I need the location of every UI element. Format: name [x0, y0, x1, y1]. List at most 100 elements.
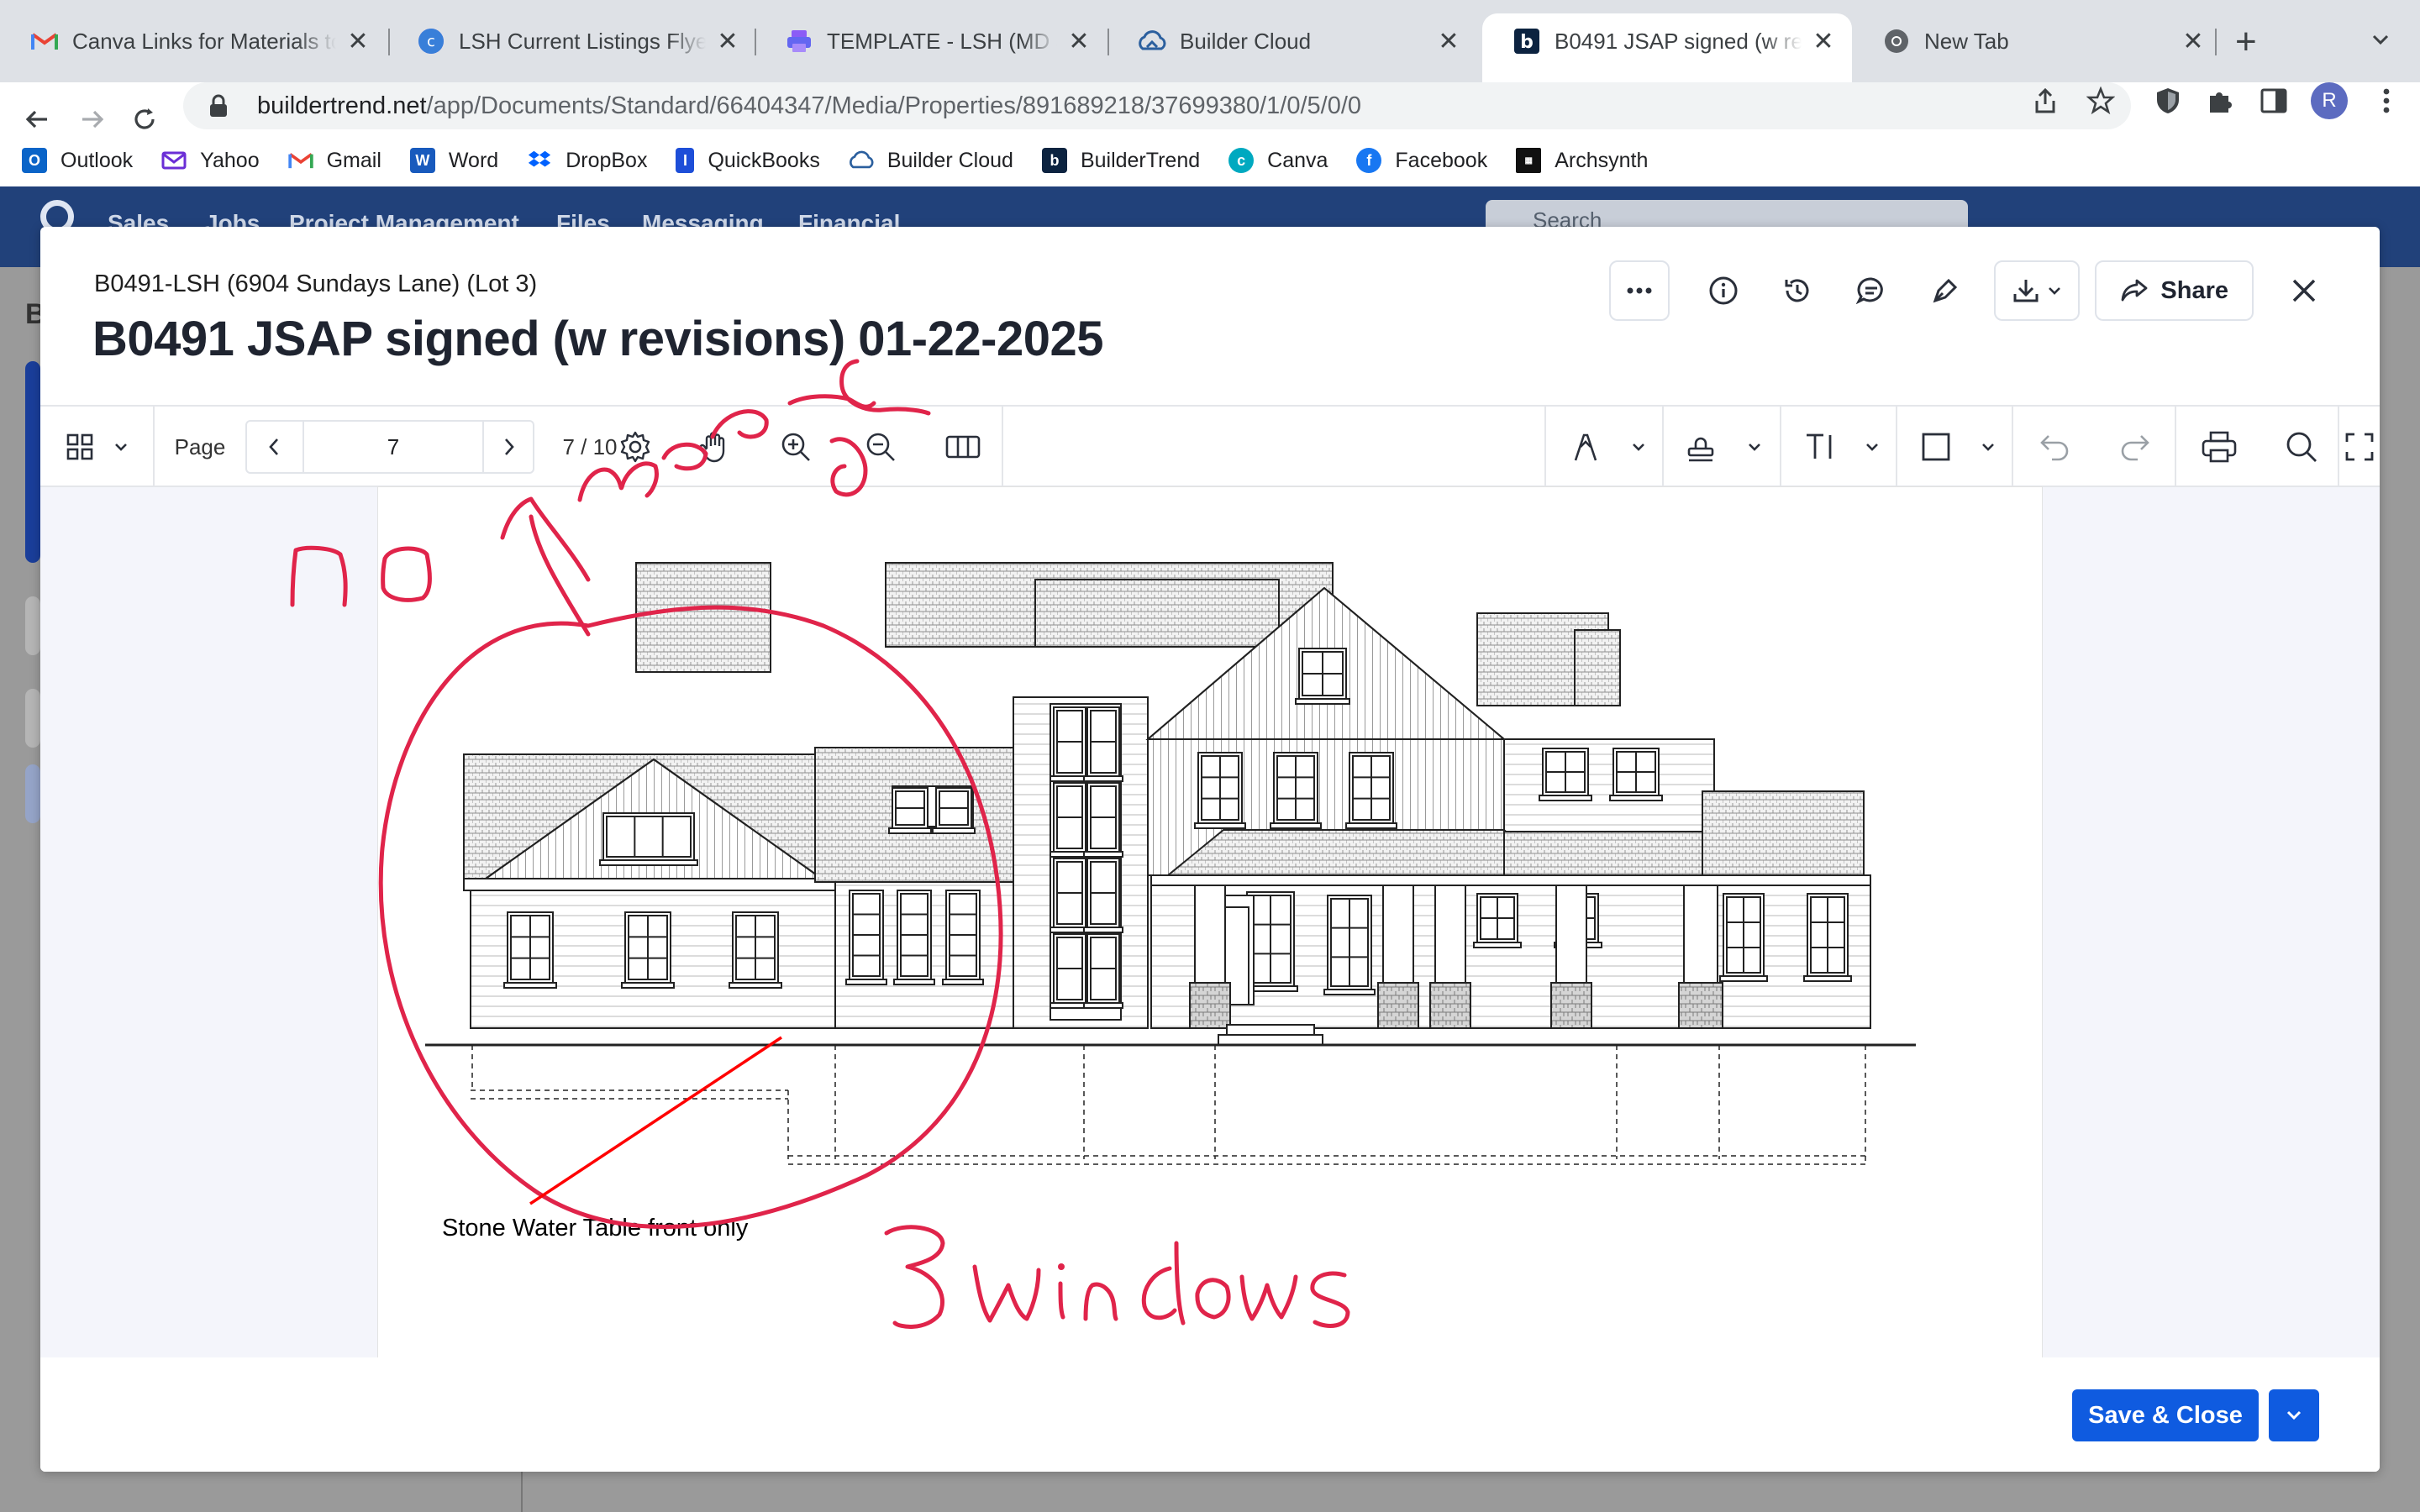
shield-extension-icon[interactable] — [2151, 84, 2185, 118]
dropbox-icon — [527, 148, 552, 173]
toolbar-divider — [1780, 407, 1781, 487]
app-sidebar-item[interactable] — [25, 689, 40, 748]
chevron-right-icon — [505, 438, 514, 455]
window-sill — [599, 859, 698, 866]
close-icon[interactable]: ✕ — [345, 28, 371, 55]
extensions-puzzle-icon[interactable] — [2203, 84, 2237, 118]
bookmark-dropbox[interactable]: DropBox — [527, 148, 647, 173]
undo-icon — [2040, 435, 2069, 461]
download-icon — [2013, 280, 2039, 302]
settings-button[interactable] — [603, 407, 667, 487]
previous-page-button[interactable] — [249, 407, 299, 487]
bookmark-canva[interactable]: c Canva — [1228, 148, 1328, 173]
buildertrend-icon: b — [1041, 148, 1067, 173]
close-icon[interactable]: ✕ — [1810, 28, 1837, 55]
bookmark-label: Word — [448, 148, 499, 172]
chevron-down-icon[interactable] — [1965, 407, 2012, 487]
share-button[interactable]: Share — [2095, 260, 2254, 321]
bookmark-quickbooks[interactable]: I QuickBooks — [676, 148, 820, 173]
window-sill — [1083, 927, 1123, 933]
browser-tab-3[interactable]: TEMPLATE - LSH (MD & VA ✕ — [755, 13, 1107, 69]
stone-base — [1550, 982, 1592, 1029]
back-arrow-icon[interactable] — [18, 101, 55, 138]
kebab-menu-icon[interactable] — [2370, 84, 2403, 118]
bookmark-archsynth[interactable]: ▦ Archsynth — [1516, 148, 1648, 173]
undo-button[interactable] — [2017, 407, 2094, 487]
window-sill — [1323, 989, 1376, 995]
ellipsis-icon — [1627, 287, 1652, 294]
reload-icon[interactable] — [126, 101, 163, 138]
bookmark-word[interactable]: W Word — [409, 148, 499, 173]
profile-avatar[interactable]: R — [2311, 82, 2348, 119]
canva-icon: c — [1228, 148, 1255, 173]
window-sill — [1473, 942, 1522, 948]
side-panel-icon[interactable] — [2257, 84, 2291, 118]
bookmark-buildertrend[interactable]: b BuilderTrend — [1041, 148, 1200, 173]
close-modal-button[interactable] — [2279, 265, 2329, 316]
chevron-down-icon[interactable] — [1849, 407, 1896, 487]
toolbar-divider — [1662, 407, 1664, 487]
share-page-icon[interactable] — [2028, 84, 2062, 118]
url-path: /app/Documents/Standard/66404347/Media/P… — [426, 92, 1362, 119]
comment-icon — [1856, 277, 1884, 305]
save-options-button[interactable] — [2269, 1389, 2319, 1441]
new-tab-button[interactable]: + — [2235, 24, 2257, 60]
app-sidebar-active-item[interactable] — [25, 361, 40, 563]
chevron-down-icon[interactable] — [1731, 407, 1778, 487]
stamp-tool-button[interactable] — [1674, 407, 1728, 487]
chevron-down-icon[interactable] — [2368, 27, 2393, 52]
address-bar[interactable]: buildertrend.net/app/Documents/Standard/… — [183, 82, 2131, 129]
thumbnails-button[interactable] — [57, 407, 103, 487]
bookmark-facebook[interactable]: f Facebook — [1356, 148, 1487, 173]
text-tool-button[interactable] — [1791, 407, 1849, 487]
gear-icon — [620, 431, 650, 463]
browser-tab-1[interactable]: Canva Links for Materials to ✕ — [0, 13, 387, 69]
zoom-out-button[interactable] — [844, 407, 918, 487]
shape-tool-button[interactable] — [1907, 407, 1965, 487]
app-sidebar-item[interactable] — [25, 764, 40, 823]
print-button[interactable] — [2178, 407, 2260, 487]
info-button[interactable] — [1686, 260, 1760, 321]
close-icon[interactable]: ✕ — [1435, 28, 1462, 55]
window-sill — [621, 982, 675, 989]
history-icon — [1785, 279, 1809, 302]
draw-tool-button[interactable] — [1560, 407, 1612, 487]
more-options-button[interactable] — [1609, 260, 1670, 321]
canva-icon: c — [417, 27, 445, 55]
page-layout-button[interactable] — [928, 407, 998, 487]
browser-tab-6[interactable]: New Tab ✕ — [1852, 13, 2222, 69]
chevron-down-icon[interactable] — [1615, 407, 1662, 487]
browser-tab-4[interactable]: Builder Cloud ✕ — [1107, 13, 1477, 69]
close-icon[interactable]: ✕ — [714, 28, 741, 55]
history-button[interactable] — [1760, 260, 1834, 321]
app-sidebar-item[interactable] — [25, 596, 40, 655]
zoom-in-button[interactable] — [760, 407, 832, 487]
close-icon[interactable]: ✕ — [1065, 28, 1092, 55]
page-number-input[interactable]: 7 — [306, 407, 481, 487]
chevron-down-icon[interactable] — [104, 407, 138, 487]
outlook-icon: O — [22, 148, 47, 173]
window-sill — [1345, 822, 1397, 829]
bookmark-outlook[interactable]: O Outlook — [22, 148, 133, 173]
browser-tab-5-active[interactable]: b B0491 JSAP signed (w revi ✕ — [1482, 13, 1852, 82]
close-icon[interactable]: ✕ — [2180, 28, 2207, 55]
forward-arrow-icon[interactable] — [74, 101, 111, 138]
bookmark-builder-cloud[interactable]: Builder Cloud — [849, 148, 1013, 173]
fullscreen-button[interactable] — [2339, 407, 2380, 487]
next-page-button[interactable] — [486, 407, 533, 487]
roof-upper — [1034, 579, 1280, 648]
sign-button[interactable] — [1908, 260, 1982, 321]
download-button[interactable] — [1994, 260, 2081, 321]
bookmark-yahoo[interactable]: Yahoo — [161, 148, 260, 173]
bookmark-label: Gmail — [326, 148, 381, 172]
comments-button[interactable] — [1834, 260, 1908, 321]
bookmark-star-icon[interactable] — [2084, 84, 2118, 118]
save-and-close-button[interactable]: Save & Close — [2072, 1389, 2259, 1441]
search-button[interactable] — [2260, 407, 2343, 487]
bookmark-gmail[interactable]: Gmail — [287, 148, 381, 173]
pdf-page[interactable]: Stone Water Table front only — [378, 487, 2042, 1357]
pan-tool-button[interactable] — [679, 407, 748, 487]
browser-tab-2[interactable]: c LSH Current Listings Flyer - ✕ — [387, 13, 756, 69]
redo-button[interactable] — [2096, 407, 2173, 487]
document-viewer[interactable]: Stone Water Table front only — [40, 487, 2380, 1357]
